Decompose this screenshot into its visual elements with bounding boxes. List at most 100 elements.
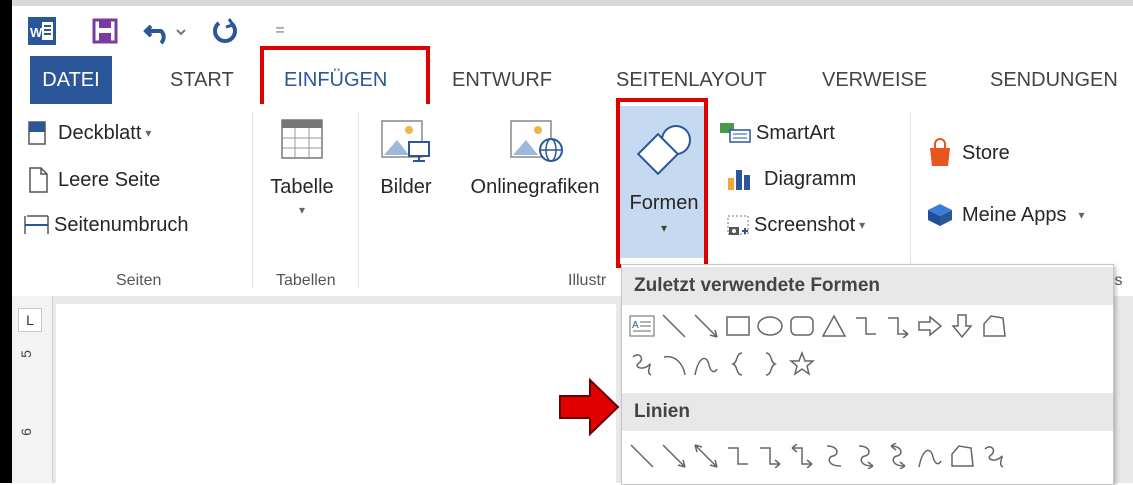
customize-qat-icon[interactable]: = — [270, 14, 290, 48]
word-icon-letter: W — [30, 25, 43, 40]
recent-shapes-row-2 — [626, 347, 818, 381]
down-arrow-shape-icon[interactable] — [946, 310, 978, 342]
svg-text:A: A — [632, 320, 639, 331]
leere-seite-label: Leere Seite — [58, 168, 161, 191]
chevron-down-icon: ▾ — [298, 203, 306, 217]
screenshot-icon — [727, 215, 749, 235]
group-label-seiten: Seiten — [116, 272, 162, 289]
oval-shape-icon[interactable] — [754, 310, 786, 342]
curved-double-arrow-connector-shape-icon[interactable] — [882, 440, 914, 472]
word-app-icon: W — [26, 14, 58, 48]
textbox-shape-icon[interactable]: A — [626, 310, 658, 342]
store-label: Store — [962, 141, 1010, 164]
tab-sendungen[interactable]: SENDUNGEN — [980, 56, 1128, 104]
freeform-shape-icon[interactable] — [946, 440, 978, 472]
tab-seitenlayout[interactable]: SEITENLAYOUT — [606, 56, 777, 104]
vertical-ruler: L 5 6 — [12, 296, 53, 483]
arc-shape-icon[interactable] — [658, 348, 690, 380]
meine-apps-label: Meine Apps — [962, 203, 1067, 226]
group-separator — [358, 112, 359, 288]
group-separator — [252, 112, 253, 288]
lines-shapes-row — [626, 439, 1010, 473]
group-label-tabellen: Tabellen — [276, 272, 336, 289]
onlinegrafiken-button[interactable]: Onlinegrafiken — [450, 118, 620, 199]
chevron-down-icon: ▾ — [145, 126, 152, 140]
line-shape-icon[interactable] — [658, 310, 690, 342]
deckblatt-button[interactable]: Deckblatt ▾ — [26, 120, 151, 146]
redo-icon[interactable] — [208, 14, 242, 48]
tab-start[interactable]: START — [160, 56, 244, 104]
tabelle-label: Tabelle — [270, 176, 334, 198]
curved-connector-shape-icon[interactable] — [818, 440, 850, 472]
elbow-arrow-connector-shape-icon[interactable] — [882, 310, 914, 342]
red-arrow-annotation — [559, 377, 620, 437]
shapes-dropdown: Zuletzt verwendete Formen A Linien — [621, 264, 1114, 485]
seitenumbruch-button[interactable]: Seitenumbruch — [22, 212, 189, 238]
freeform-shape-icon[interactable] — [978, 310, 1010, 342]
tabelle-button[interactable]: Tabelle ▾ — [262, 118, 342, 217]
ribbon-tabs: DATEI START EINFÜGEN ENTWURF SEITENLAYOU… — [12, 56, 1133, 104]
rounded-rectangle-shape-icon[interactable] — [786, 310, 818, 342]
arrow-line-shape-icon[interactable] — [690, 310, 722, 342]
tab-selector[interactable]: L — [18, 308, 42, 332]
left-brace-shape-icon[interactable] — [722, 348, 754, 380]
store-button[interactable]: Store — [926, 138, 1010, 168]
right-brace-shape-icon[interactable] — [754, 348, 786, 380]
recent-shapes-header: Zuletzt verwendete Formen — [622, 267, 1113, 305]
table-icon — [281, 119, 323, 159]
smartart-label: SmartArt — [756, 121, 835, 144]
tab-entwurf[interactable]: ENTWURF — [442, 56, 562, 104]
arrow-line-shape-icon[interactable] — [658, 440, 690, 472]
triangle-shape-icon[interactable] — [818, 310, 850, 342]
highlight-einfuegen-tab — [260, 46, 430, 112]
ruler-number: 5 — [17, 350, 34, 358]
onlinegrafiken-label: Onlinegrafiken — [470, 176, 600, 198]
diagramm-label: Diagramm — [764, 167, 857, 190]
ruler-number: 6 — [17, 428, 34, 436]
elbow-connector-shape-icon[interactable] — [722, 440, 754, 472]
chart-icon — [728, 170, 750, 190]
online-pictures-icon — [510, 120, 563, 162]
scribble-shape-icon[interactable] — [978, 440, 1010, 472]
undo-icon[interactable] — [142, 14, 192, 48]
blank-page-icon — [29, 167, 48, 193]
tab-datei[interactable]: DATEI — [30, 56, 112, 104]
lines-header: Linien — [622, 393, 1113, 431]
rectangle-shape-icon[interactable] — [722, 310, 754, 342]
double-arrow-line-shape-icon[interactable] — [690, 440, 722, 472]
cover-page-icon — [28, 121, 46, 145]
smartart-button[interactable]: SmartArt — [718, 120, 835, 146]
elbow-connector-shape-icon[interactable] — [850, 310, 882, 342]
screenshot-button[interactable]: Screenshot ▾ — [726, 212, 865, 238]
line-shape-icon[interactable] — [626, 440, 658, 472]
quick-access-toolbar: W = — [12, 6, 1133, 56]
group-label-illustrationen: Illustr — [568, 272, 607, 289]
leere-seite-button[interactable]: Leere Seite — [26, 166, 160, 194]
screenshot-label: Screenshot — [754, 213, 856, 236]
curved-arrow-connector-shape-icon[interactable] — [850, 440, 882, 472]
smartart-icon — [720, 123, 751, 143]
left-edge — [0, 0, 12, 483]
chevron-down-icon: ▾ — [1078, 208, 1085, 222]
recent-shapes-row: A — [626, 309, 1010, 343]
save-icon[interactable] — [88, 14, 122, 48]
highlight-formen-button — [616, 98, 708, 268]
seitenumbruch-label: Seitenumbruch — [54, 213, 189, 236]
right-arrow-shape-icon[interactable] — [914, 310, 946, 342]
document-page[interactable] — [56, 304, 616, 483]
store-bag-icon — [930, 138, 950, 166]
pictures-icon — [381, 120, 430, 162]
elbow-double-arrow-connector-shape-icon[interactable] — [786, 440, 818, 472]
tab-verweise[interactable]: VERWEISE — [812, 56, 937, 104]
star-shape-icon[interactable] — [786, 348, 818, 380]
group-separator — [910, 112, 911, 288]
diagramm-button[interactable]: Diagramm — [726, 166, 856, 192]
bilder-button[interactable]: Bilder — [368, 118, 444, 199]
my-apps-icon — [928, 204, 952, 226]
bilder-label: Bilder — [380, 176, 432, 198]
meine-apps-button[interactable]: Meine Apps ▾ — [926, 202, 1085, 228]
curve-shape-icon[interactable] — [690, 348, 722, 380]
elbow-arrow-connector-shape-icon[interactable] — [754, 440, 786, 472]
scribble-shape-icon[interactable] — [626, 348, 658, 380]
curve-shape-icon[interactable] — [914, 440, 946, 472]
